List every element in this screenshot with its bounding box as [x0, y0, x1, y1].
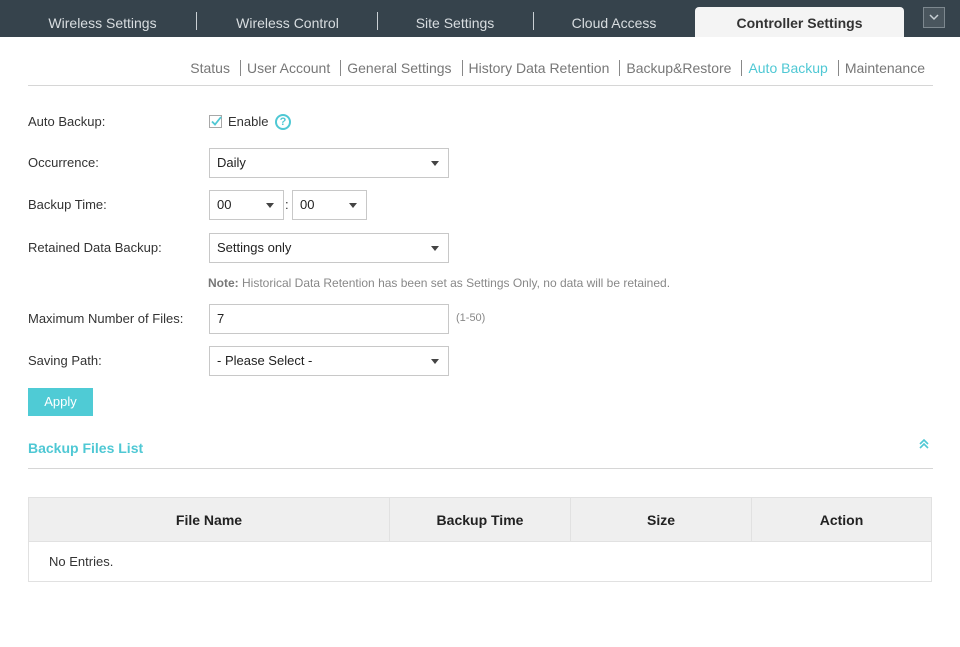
max-files-input[interactable]: 7	[209, 304, 449, 334]
backup-time-label: Backup Time:	[28, 197, 107, 212]
time-separator: :	[285, 197, 289, 212]
tab-wireless-control[interactable]: Wireless Control	[205, 0, 370, 37]
subnav-divider	[619, 60, 621, 76]
dropdown-arrow-icon	[431, 359, 439, 364]
column-header-file-name[interactable]: File Name	[29, 498, 390, 542]
note-text: Historical Data Retention has been set a…	[238, 276, 671, 290]
dropdown-arrow-icon	[431, 246, 439, 251]
retention-note: Note: Historical Data Retention has been…	[208, 276, 670, 290]
subnav-divider	[837, 60, 839, 76]
auto-backup-label: Auto Backup:	[28, 114, 106, 129]
tab-cloud-access[interactable]: Cloud Access	[545, 0, 683, 37]
tab-site-settings[interactable]: Site Settings	[385, 0, 525, 37]
sub-nav: Status User Account General Settings His…	[28, 56, 933, 86]
backup-files-table: File Name Backup Time Size Action No Ent…	[28, 497, 932, 582]
max-files-range-hint: (1-50)	[456, 312, 486, 324]
occurrence-value: Daily	[217, 155, 246, 170]
saving-path-value: - Please Select -	[217, 353, 313, 368]
auto-backup-row: Auto Backup: Enable ?	[28, 107, 428, 137]
menu-dropdown-button[interactable]	[923, 7, 945, 28]
max-files-row: Maximum Number of Files: 7	[28, 304, 458, 334]
subnav-status[interactable]: Status	[186, 59, 234, 77]
top-nav-bar: Wireless Settings Wireless Control Site …	[0, 0, 960, 37]
column-header-action: Action	[819, 512, 864, 528]
column-header-backup-time[interactable]: Backup Time	[390, 498, 571, 542]
subnav-divider	[239, 60, 241, 76]
dropdown-arrow-icon	[349, 203, 357, 208]
apply-button[interactable]: Apply	[28, 388, 93, 416]
tab-controller-settings[interactable]: Controller Settings	[695, 7, 904, 37]
table-header: File Name Backup Time Size Action	[29, 498, 931, 542]
chevron-down-icon	[929, 14, 939, 21]
subnav-general-settings[interactable]: General Settings	[343, 59, 455, 77]
backup-files-list-title: Backup Files List	[28, 440, 144, 456]
table-body: No Entries.	[29, 542, 931, 581]
subnav-auto-backup[interactable]: Auto Backup	[744, 59, 831, 77]
occurrence-row: Occurrence: Daily	[28, 148, 458, 178]
tab-divider	[196, 12, 197, 30]
subnav-user-account[interactable]: User Account	[243, 59, 334, 77]
saving-path-label: Saving Path:	[28, 353, 102, 368]
subnav-divider	[461, 60, 463, 76]
occurrence-select[interactable]: Daily	[209, 148, 449, 178]
subnav-divider	[340, 60, 342, 76]
backup-minute-select[interactable]: 00	[292, 190, 367, 220]
tab-divider	[377, 12, 378, 30]
backup-time-row: Backup Time: 00 : 00	[28, 190, 458, 220]
backup-hour-select[interactable]: 00	[209, 190, 284, 220]
enable-label: Enable	[228, 114, 269, 129]
backup-hour-value: 00	[217, 197, 232, 212]
section-divider	[28, 468, 933, 469]
dropdown-arrow-icon	[431, 161, 439, 166]
retained-data-row: Retained Data Backup: Settings only	[28, 233, 458, 263]
subnav-divider	[741, 60, 743, 76]
saving-path-row: Saving Path: - Please Select -	[28, 346, 458, 376]
subnav-backup-restore[interactable]: Backup&Restore	[622, 59, 735, 77]
retained-data-value: Settings only	[217, 240, 292, 255]
double-chevron-up-icon[interactable]	[918, 438, 930, 453]
empty-table-message: No Entries.	[49, 554, 114, 569]
max-files-label: Maximum Number of Files:	[28, 311, 184, 326]
subnav-maintenance[interactable]: Maintenance	[841, 59, 929, 77]
retained-data-select[interactable]: Settings only	[209, 233, 449, 263]
backup-minute-value: 00	[300, 197, 315, 212]
note-prefix: Note:	[208, 276, 239, 290]
retained-data-label: Retained Data Backup:	[28, 240, 162, 255]
saving-path-select[interactable]: - Please Select -	[209, 346, 449, 376]
tab-divider	[533, 12, 534, 30]
occurrence-label: Occurrence:	[28, 155, 99, 170]
subnav-history-data-retention[interactable]: History Data Retention	[465, 59, 614, 77]
checkmark-icon	[211, 116, 222, 126]
enable-checkbox[interactable]	[209, 115, 222, 128]
column-header-size[interactable]: Size	[571, 498, 752, 542]
tab-wireless-settings[interactable]: Wireless Settings	[20, 0, 185, 37]
max-files-value: 7	[217, 311, 225, 326]
question-circle-icon[interactable]: ?	[275, 114, 291, 130]
dropdown-arrow-icon	[266, 203, 274, 208]
